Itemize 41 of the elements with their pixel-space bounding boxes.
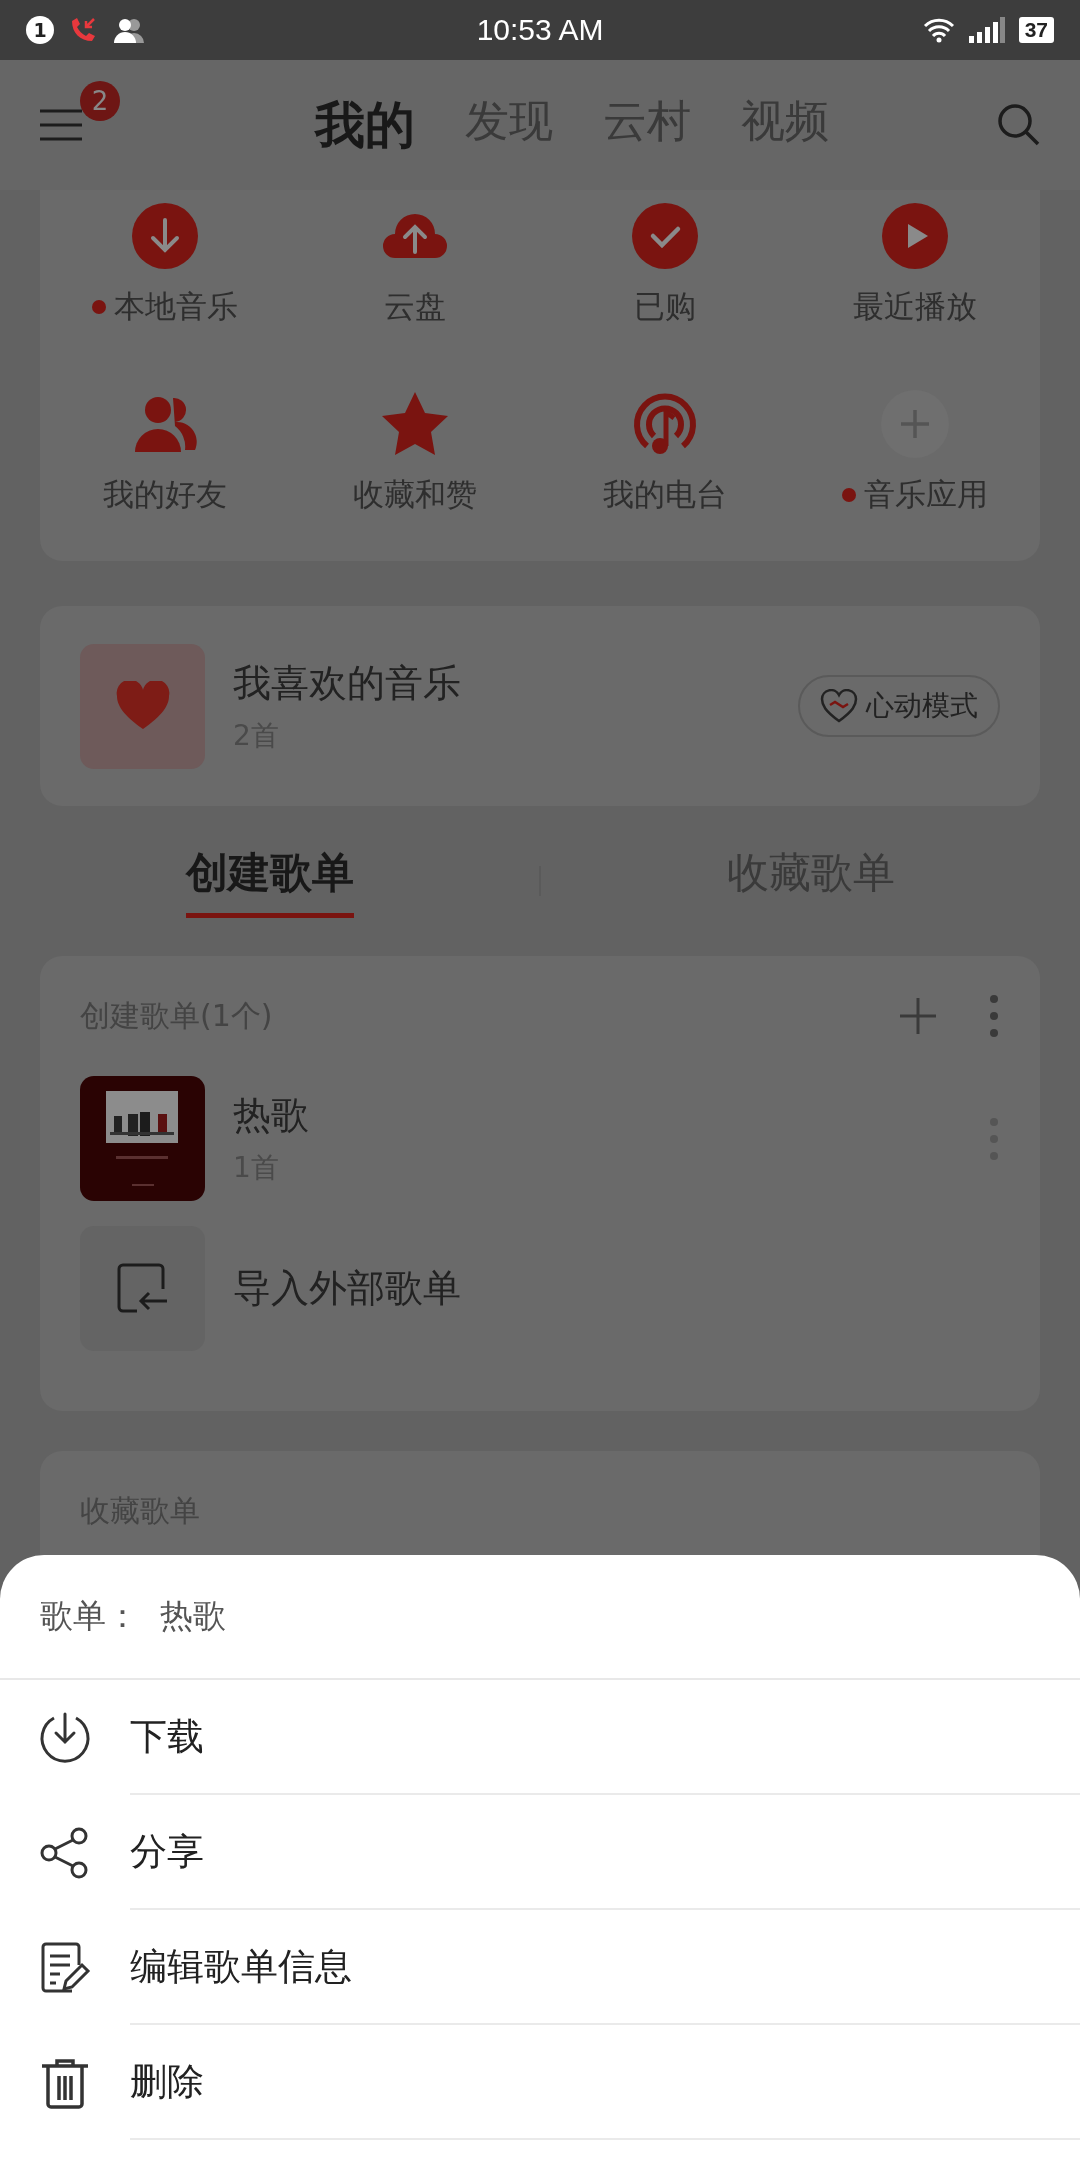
playlist-title[interactable]: 热歌 xyxy=(233,1090,988,1141)
clock-time: 10:53 AM xyxy=(476,13,604,47)
playlist-tab[interactable]: 创建歌单 xyxy=(185,844,354,918)
heart-icon xyxy=(114,681,171,731)
download-icon xyxy=(129,200,201,272)
download-icon xyxy=(38,1710,92,1765)
notification-count: 1 xyxy=(26,16,54,44)
menu-item-label: 分享 xyxy=(130,1828,204,1875)
heartbeat-mode-button[interactable]: 心动模式 xyxy=(798,675,1000,737)
nav-tab[interactable]: 我的 xyxy=(315,91,415,159)
shortcut-label[interactable]: 最近播放 xyxy=(853,286,977,328)
more-icon[interactable] xyxy=(988,994,1000,1038)
shortcut-label[interactable]: 已购 xyxy=(634,286,696,328)
battery-level: 37 xyxy=(1018,17,1054,43)
shortcut-label[interactable]: 我的好友 xyxy=(103,474,227,516)
menu-item[interactable]: 下载 xyxy=(0,1680,1080,1795)
menu-item-label: 下载 xyxy=(130,1713,204,1760)
signal-icon xyxy=(968,17,1005,43)
heart-pulse-icon xyxy=(820,689,858,723)
play-icon xyxy=(879,200,951,272)
import-tile[interactable] xyxy=(80,1226,205,1351)
menu-item-label: 删除 xyxy=(130,2058,204,2105)
menu-item-label: 编辑歌单信息 xyxy=(130,1943,352,1990)
menu-item[interactable]: 编辑歌单信息 xyxy=(0,1910,1080,2025)
import-icon xyxy=(116,1262,169,1315)
sheet-title: 歌单： 热歌 xyxy=(40,1595,226,1637)
contacts-icon xyxy=(112,17,146,43)
import-label[interactable]: 导入外部歌单 xyxy=(233,1263,1000,1314)
shortcut-label[interactable]: 我的电台 xyxy=(603,474,727,516)
shortcut-label[interactable]: 云盘 xyxy=(384,286,446,328)
add-icon[interactable] xyxy=(898,996,938,1036)
shortcut-label[interactable]: 收藏和赞 xyxy=(353,474,477,516)
menu-item[interactable]: 删除 xyxy=(0,2025,1080,2140)
menu-item[interactable]: 分享 xyxy=(0,1795,1080,1910)
wifi-icon xyxy=(922,17,955,43)
check-icon xyxy=(629,200,701,272)
search-icon[interactable] xyxy=(996,102,1042,148)
playlist-title: 我喜欢的音乐 xyxy=(233,659,462,707)
shortcut-label[interactable]: 音乐应用 xyxy=(864,474,988,516)
shortcut-label[interactable]: 本地音乐 xyxy=(114,286,238,328)
notification-badge: 2 xyxy=(80,81,120,121)
